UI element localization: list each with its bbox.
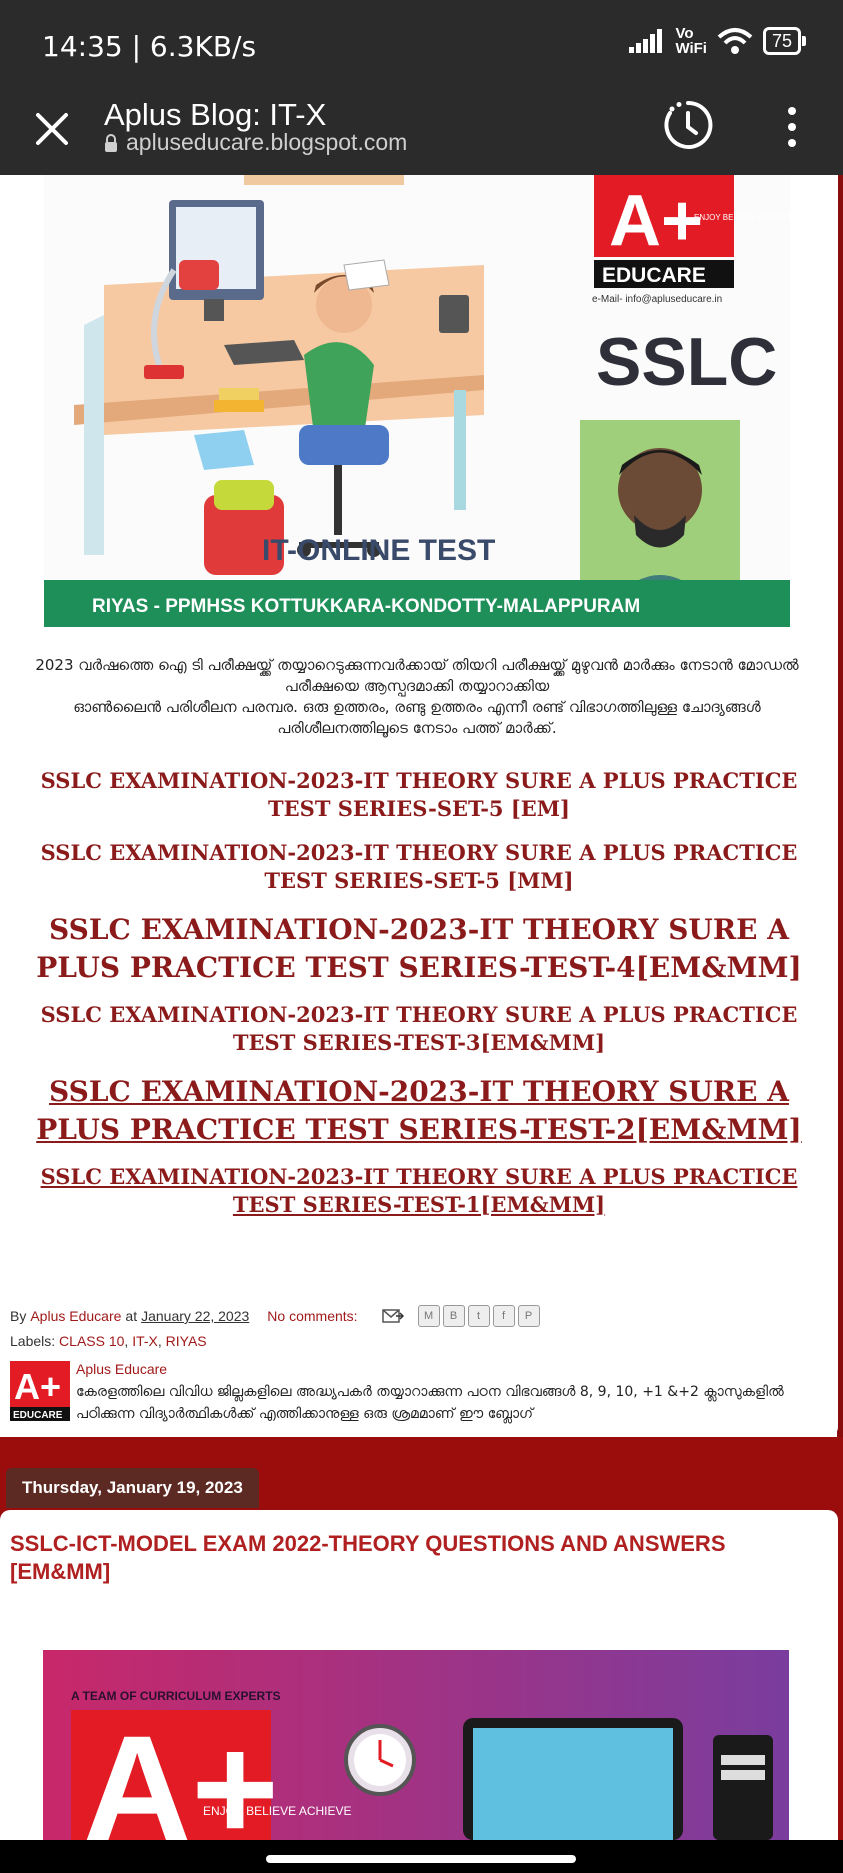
post2-banner-image: A TEAM OF CURRICULUM EXPERTS A+ ENJOY BE… (43, 1650, 789, 1840)
label-riyas[interactable]: RIYAS (166, 1333, 207, 1349)
post-date-link[interactable]: January 22, 2023 (141, 1308, 249, 1324)
banner-illustration: IT-ONLINE TEST A+ ENJOY BELIEVE ACHIEVE … (44, 175, 790, 627)
share-pinterest-button[interactable]: P (517, 1305, 540, 1327)
status-bar: 14:35 | 6.3KB/s Vo WiFi 75 (0, 0, 843, 95)
post-title-link[interactable]: SSLC-ICT-MODEL EXAM 2022-THEORY QUESTION… (10, 1530, 810, 1586)
banner-brand: EDUCARE (602, 264, 706, 287)
lock-icon (105, 133, 117, 152)
share-blog-button[interactable]: B (442, 1305, 465, 1327)
author-name-link[interactable]: Aplus Educare (76, 1361, 167, 1377)
share-gmail-button[interactable]: M (417, 1305, 440, 1327)
author-logo-text: A+ (14, 1366, 61, 1407)
test-link-test1[interactable]: SSLC EXAMINATION-2023-IT THEORY SURE A P… (10, 1163, 828, 1219)
post2-banner-caption: A TEAM OF CURRICULUM EXPERTS (71, 1689, 281, 1703)
post2-logo-tagline: ENJOY BELIEVE ACHIEVE (203, 1804, 352, 1818)
date-header: Thursday, January 19, 2023 (6, 1468, 259, 1508)
post-banner-image: IT-ONLINE TEST A+ ENJOY BELIEVE ACHIEVE … (44, 175, 790, 627)
banner-exam: SSLC (596, 324, 777, 400)
close-icon[interactable] (30, 107, 74, 151)
wifi-icon (717, 28, 753, 54)
signal-icon (629, 29, 663, 53)
label-itx[interactable]: IT-X (132, 1333, 158, 1349)
banner-test-label: IT-ONLINE TEST (262, 534, 495, 567)
share-facebook-button[interactable]: f (492, 1305, 515, 1327)
blog-post: IT-ONLINE TEST A+ ENJOY BELIEVE ACHIEVE … (0, 175, 838, 1437)
blog-post-2: SSLC-ICT-MODEL EXAM 2022-THEORY QUESTION… (0, 1510, 838, 1840)
post-author-link[interactable]: Aplus Educare (30, 1308, 121, 1324)
author-logo[interactable]: A+ EDUCARE (10, 1361, 70, 1421)
test-link-test3[interactable]: SSLC EXAMINATION-2023-IT THEORY SURE A P… (10, 1001, 828, 1057)
status-icons: Vo WiFi 75 (629, 25, 807, 57)
banner-footer: RIYAS - PPMHSS KOTTUKKARA-KONDOTTY-MALAP… (92, 596, 640, 617)
post-intro: 2023 വർഷത്തെ ഐ ടി പരീക്ഷയ്ക്ക് തയ്യാറെടു… (8, 655, 826, 739)
label-class10[interactable]: CLASS 10 (59, 1333, 124, 1349)
battery-indicator: 75 (762, 27, 807, 55)
author-description: കേരളത്തിലെ വിവിധ ജില്ലകളിലെ അദ്ധ്യപകർ തയ… (76, 1384, 784, 1422)
post-labels: Labels: CLASS 10, IT-X, RIYAS (10, 1333, 207, 1349)
intro-line-2: ഓൺലൈൻ പരിശീലന പരമ്പര. ഒരു ഉത്തരം, രണ്ടു … (73, 698, 761, 737)
browser-toolbar: Aplus Blog: IT-X apluseducare.blogspot.c… (0, 95, 843, 175)
history-icon[interactable] (660, 97, 716, 153)
page-url[interactable]: apluseducare.blogspot.com (104, 129, 407, 156)
url-text: apluseducare.blogspot.com (126, 129, 408, 155)
test-link-test4[interactable]: SSLC EXAMINATION-2023-IT THEORY SURE A P… (10, 911, 828, 987)
email-post-icon[interactable] (381, 1308, 404, 1324)
comments-link[interactable]: No comments: (267, 1308, 357, 1324)
banner-logo-text: A+ (609, 181, 703, 261)
test-link-set5-mm[interactable]: SSLC EXAMINATION-2023-IT THEORY SURE A P… (10, 839, 828, 895)
banner-email: e-Mail- info@apluseducare.in (592, 294, 722, 305)
vowifi-indicator: Vo WiFi (675, 25, 707, 57)
test-link-set5-em[interactable]: SSLC EXAMINATION-2023-IT THEORY SURE A P… (10, 767, 828, 823)
author-logo-brand: EDUCARE (13, 1410, 63, 1421)
more-options-icon[interactable] (780, 103, 804, 151)
intro-line-1: 2023 വർഷത്തെ ഐ ടി പരീക്ഷയ്ക്ക് തയ്യാറെടു… (35, 656, 799, 695)
post2-logo-text: A+ (83, 1704, 279, 1840)
page-content[interactable]: IT-ONLINE TEST A+ ENJOY BELIEVE ACHIEVE … (0, 175, 843, 1840)
test-link-test2[interactable]: SSLC EXAMINATION-2023-IT THEORY SURE A P… (10, 1073, 828, 1149)
home-indicator[interactable] (266, 1855, 576, 1863)
post2-banner-illustration: A TEAM OF CURRICULUM EXPERTS A+ ENJOY BE… (43, 1650, 789, 1840)
test-links: SSLC EXAMINATION-2023-IT THEORY SURE A P… (10, 767, 828, 1219)
post-meta: By Aplus Educare at January 22, 2023 No … (10, 1305, 540, 1327)
share-buttons: M B t f P (417, 1305, 540, 1327)
share-twitter-button[interactable]: t (467, 1305, 490, 1327)
banner-logo-tagline: ENJOY BELIEVE ACHIEVE (694, 213, 790, 222)
status-time: 14:35 | 6.3KB/s (42, 30, 257, 63)
